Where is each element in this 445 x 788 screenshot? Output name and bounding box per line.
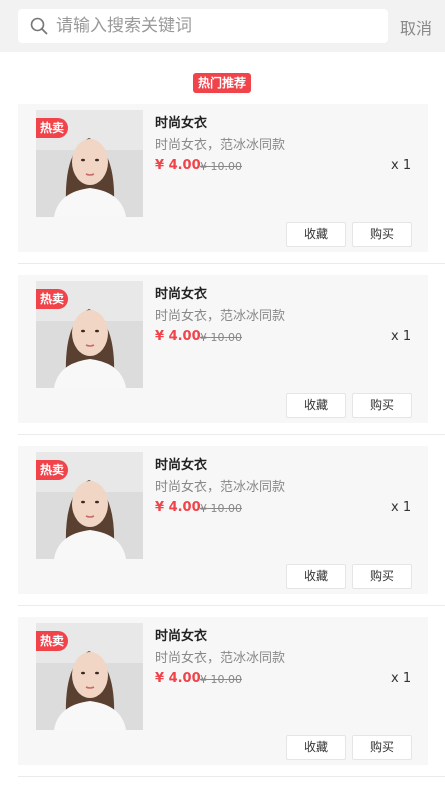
search-input[interactable]: [56, 9, 376, 43]
hot-sale-badge: 热卖: [36, 289, 69, 309]
quantity: x 1: [391, 500, 412, 515]
original-price: ¥ 10.00: [200, 673, 242, 686]
product-price: ¥ 4.00: [155, 671, 201, 686]
original-price: ¥ 10.00: [200, 331, 242, 344]
product-description: 时尚女衣，范冰冰同款: [155, 309, 286, 324]
product-title[interactable]: 时尚女衣: [155, 112, 207, 131]
cancel-button[interactable]: 取消: [400, 15, 432, 39]
product-title[interactable]: 时尚女衣: [155, 283, 207, 302]
original-price: ¥ 10.00: [200, 160, 242, 173]
divider: [18, 263, 445, 264]
divider: [18, 605, 445, 606]
product-price: ¥ 4.00: [155, 329, 201, 344]
product-card[interactable]: 热卖 时尚女衣 时尚女衣，范冰冰同款 ¥ 4.00 ¥ 10.00 x 1 收藏…: [18, 104, 428, 252]
hot-recommend-tag: 热门推荐: [193, 73, 252, 93]
divider: [18, 776, 445, 777]
product-title[interactable]: 时尚女衣: [155, 454, 207, 473]
favorite-button[interactable]: 收藏: [286, 735, 346, 760]
product-card[interactable]: 热卖 时尚女衣 时尚女衣，范冰冰同款 ¥ 4.00 ¥ 10.00 x 1 收藏…: [18, 446, 428, 594]
search-icon: [30, 17, 48, 35]
product-price: ¥ 4.00: [155, 500, 201, 515]
favorite-button[interactable]: 收藏: [286, 222, 346, 247]
product-description: 时尚女衣，范冰冰同款: [155, 138, 286, 153]
product-card[interactable]: 热卖 时尚女衣 时尚女衣，范冰冰同款 ¥ 4.00 ¥ 10.00 x 1 收藏…: [18, 617, 428, 765]
quantity: x 1: [391, 158, 412, 173]
hot-sale-badge: 热卖: [36, 631, 69, 651]
hot-sale-badge: 热卖: [36, 118, 69, 138]
quantity: x 1: [391, 329, 412, 344]
product-price: ¥ 4.00: [155, 158, 201, 173]
product-description: 时尚女衣，范冰冰同款: [155, 651, 286, 666]
search-bar: 取消: [0, 0, 445, 52]
product-description: 时尚女衣，范冰冰同款: [155, 480, 286, 495]
product-card[interactable]: 热卖 时尚女衣 时尚女衣，范冰冰同款 ¥ 4.00 ¥ 10.00 x 1 收藏…: [18, 275, 428, 423]
buy-button[interactable]: 购买: [352, 564, 412, 589]
favorite-button[interactable]: 收藏: [286, 393, 346, 418]
original-price: ¥ 10.00: [200, 502, 242, 515]
buy-button[interactable]: 购买: [352, 222, 412, 247]
divider: [18, 434, 445, 435]
buy-button[interactable]: 购买: [352, 735, 412, 760]
search-box[interactable]: [18, 9, 388, 43]
quantity: x 1: [391, 671, 412, 686]
product-title[interactable]: 时尚女衣: [155, 625, 207, 644]
buy-button[interactable]: 购买: [352, 393, 412, 418]
hot-sale-badge: 热卖: [36, 460, 69, 480]
favorite-button[interactable]: 收藏: [286, 564, 346, 589]
